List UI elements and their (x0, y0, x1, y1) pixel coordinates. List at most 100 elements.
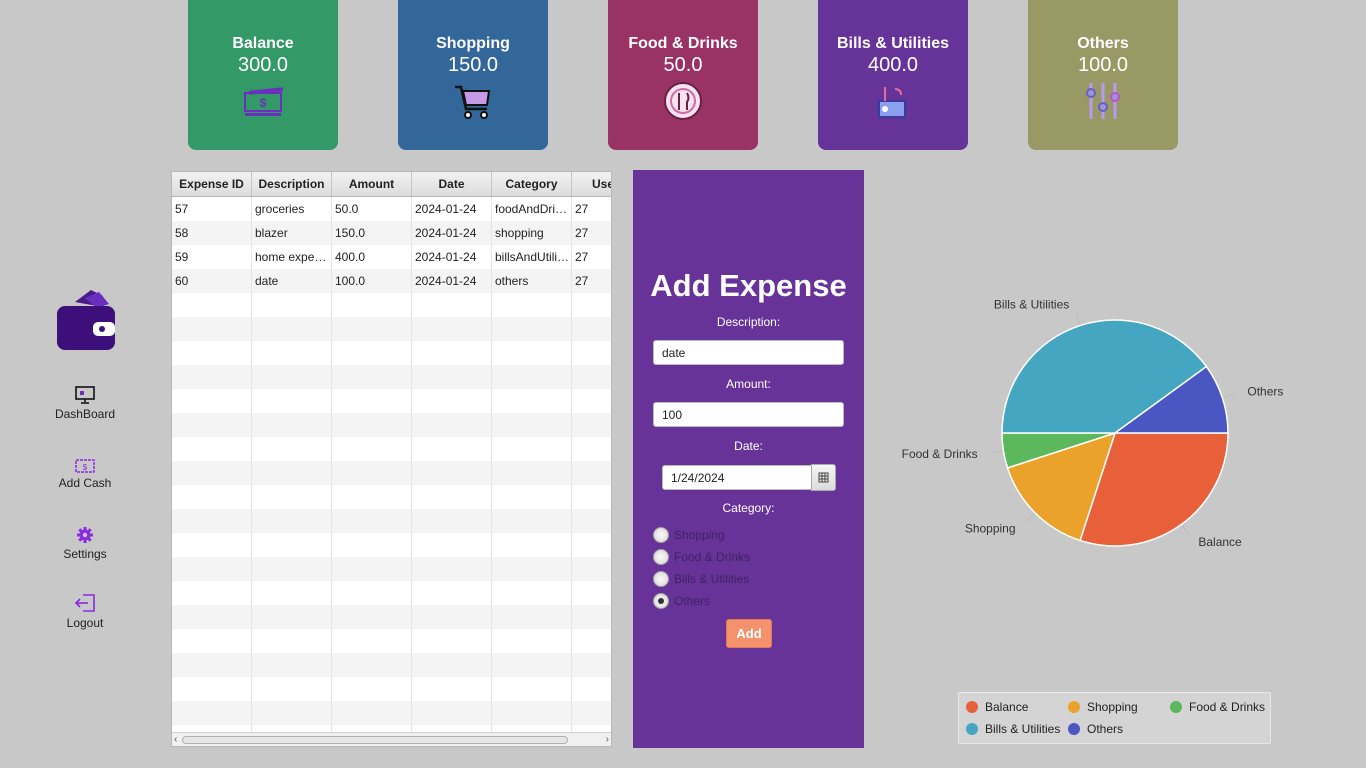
col-header-user[interactable]: User (572, 172, 611, 196)
empty-table-row[interactable] (172, 341, 611, 365)
empty-table-row[interactable] (172, 677, 611, 701)
table-cell (572, 533, 611, 557)
legend-item-shopping: Shopping (1068, 700, 1138, 714)
legend-label: Balance (985, 700, 1029, 714)
add-button[interactable]: Add (726, 619, 772, 648)
radio-label: Shopping (674, 528, 725, 542)
table-row[interactable]: 60 date 100.0 2024-01-24 others 27 (172, 269, 611, 293)
table-cell (492, 293, 572, 317)
table-cell (572, 509, 611, 533)
table-cell (332, 701, 412, 725)
gear-icon (77, 527, 93, 543)
empty-table-row[interactable] (172, 629, 611, 653)
scroll-right-arrow-icon[interactable]: › (606, 733, 609, 746)
table-cell (572, 341, 611, 365)
radio-bills-utilities[interactable]: Bills & Utilities (653, 570, 749, 588)
amount-label: Amount: (726, 377, 771, 391)
nav-settings[interactable]: Settings (40, 526, 130, 561)
radio-button[interactable] (653, 549, 669, 565)
table-cell (172, 437, 252, 461)
table-cell (412, 677, 492, 701)
nav-logout[interactable]: Logout (40, 593, 130, 630)
table-cell (332, 557, 412, 581)
date-input[interactable] (662, 465, 812, 490)
empty-table-row[interactable] (172, 461, 611, 485)
table-cell (332, 461, 412, 485)
table-cell (332, 437, 412, 461)
card-value: 150.0 (447, 54, 499, 76)
expense-pie-chart: Balance Shopping Food & Drinks Bills & Util… (902, 298, 1284, 550)
empty-table-row[interactable] (172, 437, 611, 461)
table-cell (412, 341, 492, 365)
pie-label-line (1223, 393, 1235, 399)
table-cell: 2024-01-24 (412, 245, 492, 269)
empty-table-row[interactable] (172, 509, 611, 533)
radio-food-drinks[interactable]: Food & Drinks (653, 548, 750, 566)
table-cell (252, 413, 332, 437)
table-cell (492, 581, 572, 605)
expense-table[interactable]: Expense ID Description Amount Date Categ… (171, 171, 612, 747)
empty-table-row[interactable] (172, 533, 611, 557)
horizontal-scrollbar[interactable]: ‹ › (172, 732, 611, 746)
table-row[interactable]: 58 blazer 150.0 2024-01-24 shopping 27 (172, 221, 611, 245)
table-cell (252, 437, 332, 461)
table-row[interactable]: 57 groceries 50.0 2024-01-24 foodAndDrinks 27 (172, 197, 611, 221)
empty-table-row[interactable] (172, 581, 611, 605)
table-cell (252, 701, 332, 725)
table-cell (572, 293, 611, 317)
table-cell (492, 677, 572, 701)
table-cell (332, 653, 412, 677)
radio-button[interactable] (653, 571, 669, 587)
balance-card: Balance 300.0 $ (188, 0, 338, 150)
scrollbar-thumb[interactable] (182, 736, 568, 744)
scroll-left-arrow-icon[interactable]: ‹ (174, 733, 177, 746)
table-cell (332, 293, 412, 317)
utilities-icon (878, 87, 906, 118)
panel-title: Add Expense (650, 268, 847, 303)
col-header-category[interactable]: Category (492, 172, 572, 196)
date-picker-button[interactable] (811, 464, 836, 491)
col-header-date[interactable]: Date (412, 172, 492, 196)
empty-table-row[interactable] (172, 485, 611, 509)
empty-table-row[interactable] (172, 293, 611, 317)
table-cell: blazer (252, 221, 332, 245)
table-cell (332, 341, 412, 365)
description-input[interactable] (653, 340, 844, 365)
radio-others[interactable]: Others (653, 592, 710, 610)
empty-table-row[interactable] (172, 605, 611, 629)
table-cell (492, 389, 572, 413)
empty-table-row[interactable] (172, 653, 611, 677)
table-cell: 27 (572, 221, 611, 245)
radio-label: Others (674, 594, 711, 608)
table-cell: 2024-01-24 (412, 269, 492, 293)
table-cell: 27 (572, 269, 611, 293)
table-cell (252, 509, 332, 533)
date-label: Date: (734, 439, 763, 453)
table-cell (412, 629, 492, 653)
radio-button[interactable] (653, 593, 669, 609)
table-cell (412, 653, 492, 677)
nav-add-cash[interactable]: $ Add Cash (40, 457, 130, 490)
others-card: Others 100.0 (1028, 0, 1178, 150)
radio-label: Food & Drinks (674, 550, 751, 564)
table-cell (492, 341, 572, 365)
empty-table-row[interactable] (172, 557, 611, 581)
nav-dashboard[interactable]: DashBoard (40, 386, 130, 421)
table-cell (252, 293, 332, 317)
amount-input[interactable] (653, 402, 844, 427)
empty-table-row[interactable] (172, 365, 611, 389)
table-cell (412, 317, 492, 341)
table-cell (572, 557, 611, 581)
table-row[interactable]: 59 home expenses 400.0 2024-01-24 billsAndUt… (172, 245, 611, 269)
col-header-amount[interactable]: Amount (332, 172, 412, 196)
radio-shopping[interactable]: Shopping (653, 526, 725, 544)
empty-table-row[interactable] (172, 317, 611, 341)
col-header-description[interactable]: Description (252, 172, 332, 196)
empty-table-row[interactable] (172, 701, 611, 725)
empty-table-row[interactable] (172, 389, 611, 413)
radio-button[interactable] (653, 527, 669, 543)
food-drinks-card: Food & Drinks 50.0 (608, 0, 758, 150)
table-cell (252, 653, 332, 677)
col-header-expense-id[interactable]: Expense ID (172, 172, 252, 196)
empty-table-row[interactable] (172, 413, 611, 437)
